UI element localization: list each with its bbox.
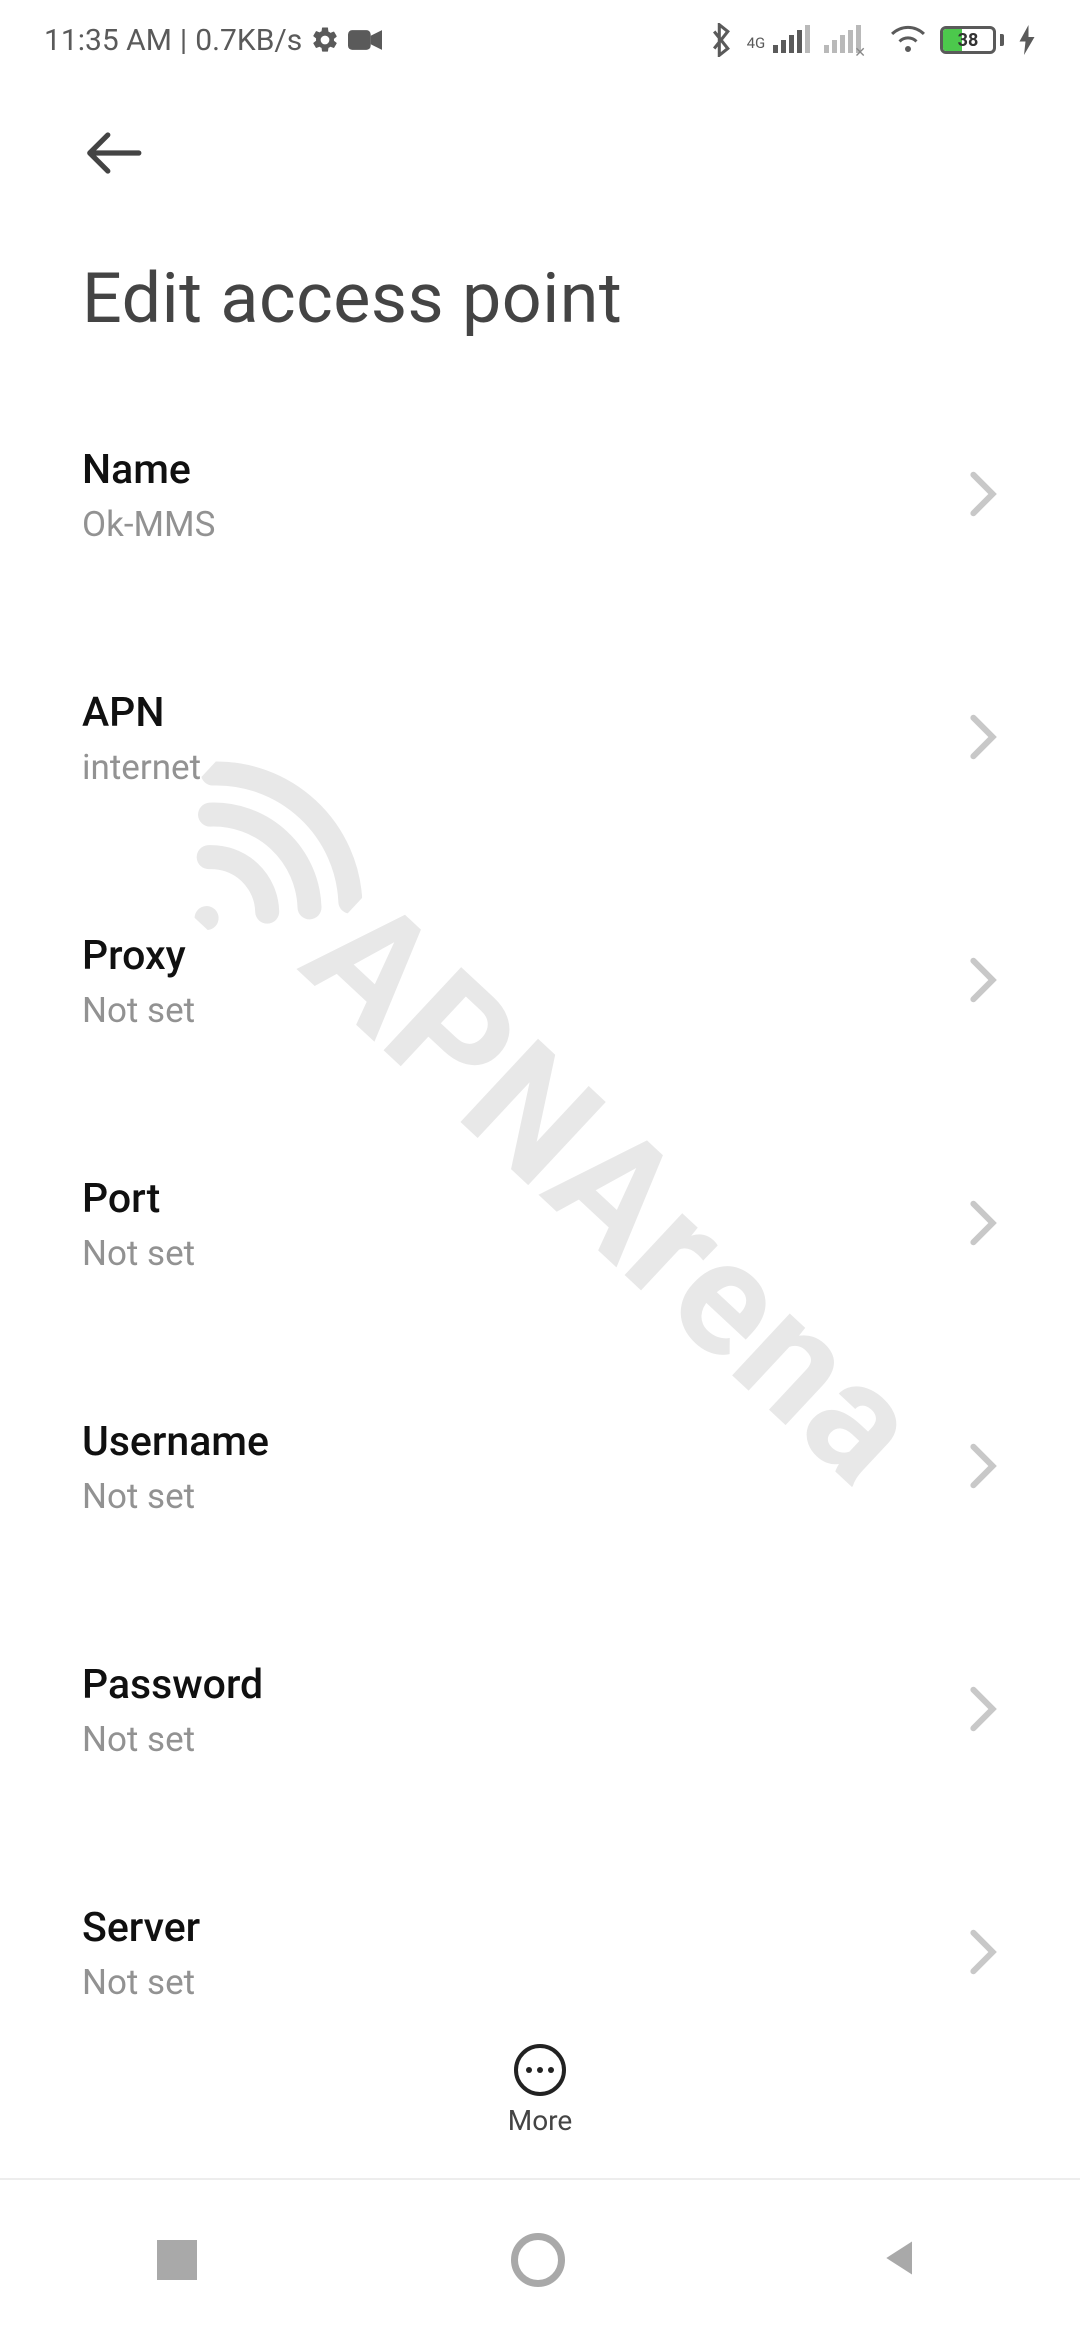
bluetooth-icon — [709, 23, 733, 57]
chevron-right-icon — [968, 1442, 998, 1494]
settings-list: Name Ok-MMS APN internet Proxy Not set — [82, 410, 998, 2230]
setting-value: Ok-MMS — [82, 504, 968, 545]
setting-label: Server — [82, 1904, 968, 1952]
more-icon — [514, 2044, 566, 2096]
battery-percent: 38 — [943, 29, 993, 51]
nav-home-button[interactable] — [511, 2233, 565, 2287]
setting-item-username[interactable]: Username Not set — [82, 1382, 998, 1553]
chevron-right-icon — [968, 470, 998, 522]
more-label: More — [508, 2104, 573, 2137]
back-button[interactable] — [82, 169, 144, 188]
setting-label: APN — [82, 689, 968, 737]
wifi-icon — [890, 22, 926, 58]
setting-value: internet — [82, 747, 968, 788]
battery-indicator: 38 — [940, 26, 1004, 54]
setting-label: Password — [82, 1661, 968, 1709]
setting-label: Port — [82, 1175, 968, 1223]
setting-item-port[interactable]: Port Not set — [82, 1139, 998, 1310]
setting-label: Proxy — [82, 932, 968, 980]
status-bar: 11:35 AM | 0.7KB/s 4G 38 — [0, 0, 1080, 80]
setting-item-name[interactable]: Name Ok-MMS — [82, 410, 998, 581]
chevron-right-icon — [968, 713, 998, 765]
chevron-right-icon — [968, 956, 998, 1008]
chevron-right-icon — [968, 1685, 998, 1737]
signal-sim2-icon — [824, 27, 876, 53]
setting-value: Not set — [82, 1719, 968, 1760]
setting-item-proxy[interactable]: Proxy Not set — [82, 896, 998, 1067]
setting-label: Name — [82, 446, 968, 494]
status-data-speed: 0.7KB/s — [195, 23, 302, 58]
more-button[interactable]: More — [0, 2030, 1080, 2180]
nav-recent-button[interactable] — [157, 2240, 197, 2280]
setting-item-password[interactable]: Password Not set — [82, 1625, 998, 1796]
charging-icon — [1018, 25, 1036, 55]
status-time: 11:35 AM — [44, 23, 172, 58]
setting-item-apn[interactable]: APN internet — [82, 653, 998, 824]
setting-value: Not set — [82, 990, 968, 1031]
signal-sim1-icon — [773, 27, 810, 53]
page-title: Edit access point — [82, 258, 998, 340]
nav-back-button[interactable] — [879, 2236, 923, 2284]
chevron-right-icon — [968, 1928, 998, 1980]
status-separator: | — [180, 23, 187, 58]
setting-value: Not set — [82, 1233, 968, 1274]
video-camera-icon — [348, 27, 382, 53]
chevron-right-icon — [968, 1199, 998, 1251]
setting-item-server[interactable]: Server Not set — [82, 1868, 998, 2039]
setting-label: Username — [82, 1418, 968, 1466]
setting-value: Not set — [82, 1476, 968, 1517]
gear-icon — [310, 25, 340, 55]
setting-value: Not set — [82, 1962, 968, 2003]
network-type-label: 4G — [747, 34, 766, 52]
system-nav-bar — [0, 2180, 1080, 2340]
